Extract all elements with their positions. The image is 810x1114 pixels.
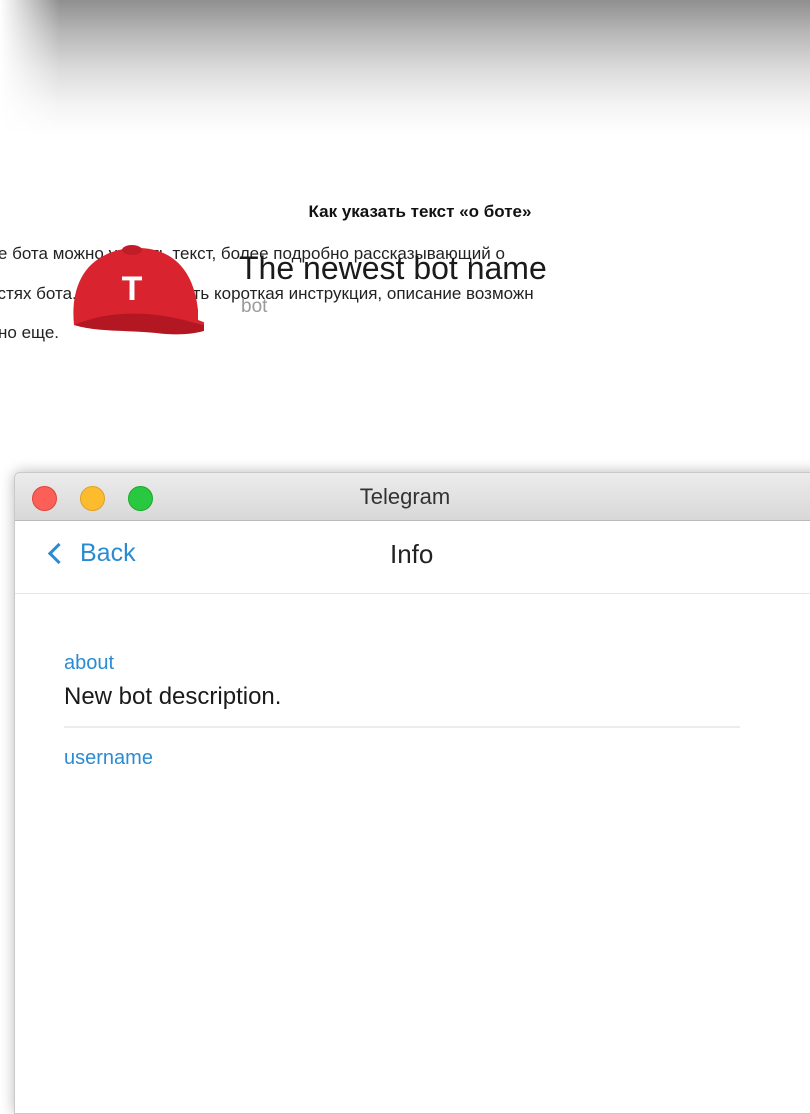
field-divider [64,726,740,728]
article-paragraph-line: но еще. [0,323,59,342]
chevron-left-icon [47,542,70,565]
navigation-bar: Back Info [15,521,810,594]
bot-avatar: T [73,245,204,335]
bot-subtitle: bot [241,296,268,317]
about-label: about [64,652,115,674]
back-button[interactable]: Back [47,539,136,568]
about-value: New bot description. [64,683,282,710]
bot-name: The newest bot name [239,250,547,286]
telegram-window: Telegram Back Info [14,472,810,1114]
window-titlebar: Telegram [15,473,810,521]
previous-screenshot-shadow [0,0,810,135]
page-title: Info [390,539,434,569]
username-label: username [64,747,153,769]
about-field: about New bot description. [64,652,281,711]
avatar-letter: T [122,270,143,308]
article-heading: Как указать текст «о боте» [308,202,532,221]
window-title: Telegram [359,484,451,509]
back-button-label: Back [80,539,136,567]
username-field: username [64,747,153,770]
